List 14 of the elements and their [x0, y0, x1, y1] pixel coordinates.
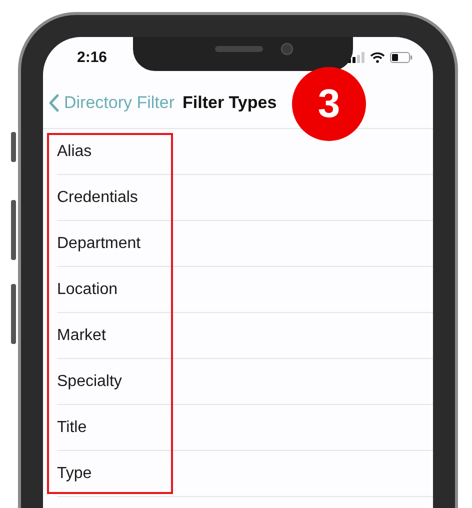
filter-type-item[interactable]: Type: [57, 464, 92, 482]
filter-type-item[interactable]: Title: [57, 418, 87, 436]
signal-icon: [348, 52, 365, 62]
filter-type-item[interactable]: Department: [57, 234, 141, 252]
filter-type-item[interactable]: Specialty: [57, 372, 122, 390]
filter-type-item[interactable]: Market: [57, 326, 106, 344]
filter-type-item[interactable]: Credentials: [57, 188, 138, 206]
status-time: 2:16: [77, 48, 108, 66]
filter-type-item[interactable]: Alias: [57, 142, 92, 160]
screen-title: Filter Types: [182, 92, 277, 112]
filter-type-item[interactable]: Location: [57, 280, 118, 298]
wifi-icon: [370, 52, 385, 62]
battery-icon: [390, 52, 413, 62]
back-chevron-icon: [49, 94, 59, 112]
